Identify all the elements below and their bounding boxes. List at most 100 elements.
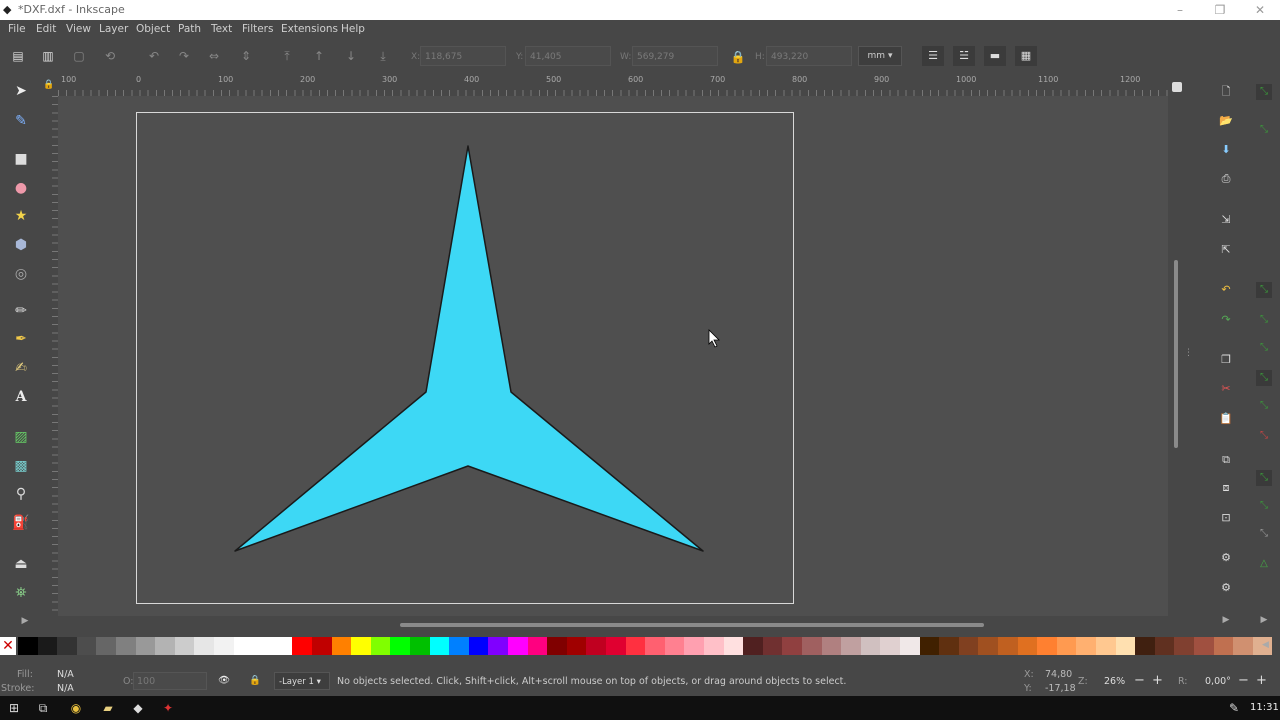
palette-swatch[interactable]: [1135, 637, 1155, 655]
vertical-ruler[interactable]: [40, 96, 59, 616]
zoom-corner-icon[interactable]: [1172, 82, 1182, 92]
w-field[interactable]: 569,279: [632, 46, 718, 66]
palette-swatch[interactable]: [1115, 637, 1136, 655]
snap-nodes-icon[interactable]: ⤡: [1256, 282, 1272, 298]
menu-help[interactable]: Help: [341, 23, 365, 35]
palette-swatch[interactable]: [723, 637, 744, 655]
snap-center-icon[interactable]: ⤡: [1256, 470, 1272, 486]
paint-bucket-icon[interactable]: ⛽: [10, 512, 32, 534]
lock-icon[interactable]: 🔒: [729, 48, 747, 66]
minimize-button[interactable]: –: [1160, 1, 1200, 19]
palette-swatch[interactable]: [1017, 637, 1038, 655]
palette-swatch[interactable]: [704, 637, 724, 655]
snap-bbox-icon[interactable]: ⤡: [1256, 122, 1272, 138]
rotate-minus-button[interactable]: −: [1238, 673, 1249, 688]
spray-icon[interactable]: ⛯: [10, 582, 32, 604]
scale-stroke-icon[interactable]: ☰: [922, 46, 944, 66]
unit-select[interactable]: mm ▾: [858, 46, 902, 66]
menu-layer[interactable]: Layer: [99, 23, 128, 35]
unlink-clone-icon[interactable]: ⊡: [1218, 510, 1234, 526]
layer-visibility-icon[interactable]: 👁: [218, 675, 230, 686]
palette-swatch[interactable]: [1194, 637, 1214, 655]
palette-swatch[interactable]: [116, 637, 136, 655]
x-field[interactable]: 118,675: [420, 46, 506, 66]
group-icon[interactable]: ⚙: [1218, 550, 1234, 566]
palette-swatch[interactable]: [1154, 637, 1175, 655]
palette-swatch[interactable]: [155, 637, 175, 655]
cut-icon[interactable]: ✂: [1218, 381, 1234, 397]
palette-swatch[interactable]: [1213, 637, 1234, 655]
palette-swatch[interactable]: [233, 637, 254, 655]
text-icon[interactable]: A: [10, 386, 32, 408]
raise-top-icon[interactable]: ⤒: [278, 47, 296, 65]
file-explorer-icon[interactable]: ▰: [98, 699, 118, 717]
copy-icon[interactable]: ❐: [1218, 352, 1234, 368]
mesh-icon[interactable]: ▩: [10, 455, 32, 477]
palette-swatch[interactable]: [508, 637, 528, 655]
palette-swatch[interactable]: [939, 637, 959, 655]
snap-midpoint-icon[interactable]: ⤡: [1256, 428, 1272, 444]
canvas[interactable]: [58, 96, 1168, 616]
star-icon[interactable]: ★: [10, 205, 32, 227]
menu-filters[interactable]: Filters: [242, 23, 273, 35]
palette-swatch[interactable]: [625, 637, 646, 655]
import-icon[interactable]: ⇲: [1218, 212, 1234, 228]
palette-swatch[interactable]: [488, 637, 508, 655]
palette-swatch[interactable]: [253, 637, 273, 655]
palette-swatch[interactable]: [547, 637, 567, 655]
move-patterns-icon[interactable]: ▦: [1015, 46, 1037, 66]
palette-swatch[interactable]: [1096, 637, 1116, 655]
palette-swatch[interactable]: [1076, 637, 1096, 655]
flip-vertical-icon[interactable]: ⇕: [237, 47, 255, 65]
flip-horizontal-icon[interactable]: ⇔: [205, 47, 223, 65]
snap-text-icon[interactable]: ⤡: [1256, 526, 1272, 542]
3dbox-icon[interactable]: ⬢: [10, 234, 32, 256]
palette-menu-icon[interactable]: ◀: [1262, 640, 1269, 650]
calligraphy-icon[interactable]: ✍: [10, 357, 32, 379]
move-gradients-icon[interactable]: ▬: [984, 46, 1006, 66]
scale-corners-icon[interactable]: ☱: [953, 46, 975, 66]
lower-icon[interactable]: ↓: [342, 47, 360, 65]
palette-swatch[interactable]: [645, 637, 665, 655]
palette-swatch[interactable]: [900, 637, 920, 655]
palette-swatch[interactable]: [449, 637, 469, 655]
zoom-out-button[interactable]: −: [1134, 673, 1145, 688]
dock-handle[interactable]: ⋮: [1184, 96, 1193, 616]
palette-swatch[interactable]: [527, 637, 548, 655]
rotation-value[interactable]: 0,00°: [1205, 676, 1231, 687]
palette-swatch[interactable]: [468, 637, 489, 655]
more-snap-icon[interactable]: ▶: [1256, 612, 1272, 628]
rotate-90-icon[interactable]: ⟲: [101, 47, 119, 65]
rotate-ccw-icon[interactable]: ↶: [145, 47, 163, 65]
palette-swatch[interactable]: [96, 637, 116, 655]
save-icon[interactable]: ⬇: [1218, 142, 1234, 158]
menu-extensions[interactable]: Extensions: [281, 23, 338, 35]
snap-rotation-icon[interactable]: ⤡: [1256, 498, 1272, 514]
palette-swatch[interactable]: [880, 637, 900, 655]
new-document-icon[interactable]: 🗋: [1218, 84, 1234, 100]
raise-icon[interactable]: ↑: [310, 47, 328, 65]
toolbox-more-icon[interactable]: ▶: [14, 610, 36, 632]
stroke-value[interactable]: N/A: [57, 683, 74, 694]
select-all-layers-icon[interactable]: ▥: [39, 47, 57, 65]
horizontal-scrollbar[interactable]: [58, 616, 1168, 634]
selector-icon[interactable]: ➤: [10, 80, 32, 102]
palette-swatch[interactable]: [978, 637, 998, 655]
horizontal-ruler[interactable]: 100 0 100 200 300 400 500 600 700 800 90…: [58, 74, 1168, 97]
no-paint-swatch-icon[interactable]: ✕: [0, 637, 16, 655]
fill-value[interactable]: N/A: [57, 669, 74, 680]
tweak-icon[interactable]: ⏏: [10, 553, 32, 575]
layer-select[interactable]: -Layer 1 ▾: [274, 672, 330, 690]
palette-swatch[interactable]: [566, 637, 587, 655]
palette-swatch[interactable]: [272, 637, 293, 655]
y-field[interactable]: 41,405: [525, 46, 611, 66]
snap-intersections-icon[interactable]: ⤡: [1256, 340, 1272, 356]
snap-cusp-icon[interactable]: ⤡: [1256, 370, 1272, 386]
dropper-icon[interactable]: ⚲: [10, 483, 32, 505]
h-field[interactable]: 493,220: [766, 46, 852, 66]
palette-swatch[interactable]: [606, 637, 626, 655]
ungroup-icon[interactable]: ⚙: [1218, 580, 1234, 596]
palette-swatch[interactable]: [1037, 637, 1057, 655]
pen-icon[interactable]: ✒: [10, 328, 32, 350]
paste-icon[interactable]: 📋: [1218, 411, 1234, 427]
